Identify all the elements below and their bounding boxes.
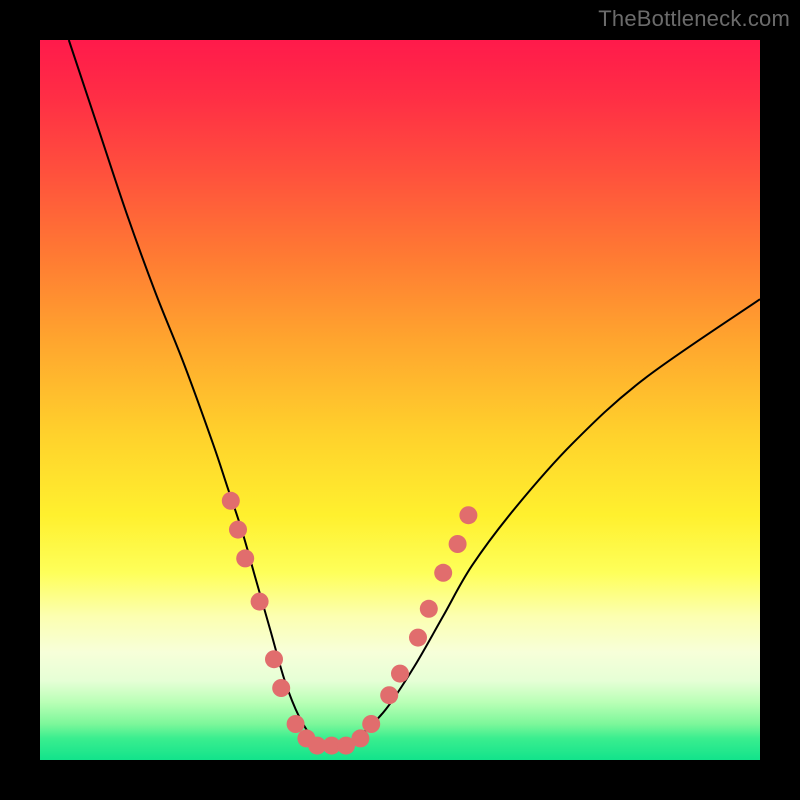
curve-marker bbox=[380, 686, 398, 704]
curve-marker bbox=[236, 549, 254, 567]
curve-marker bbox=[265, 650, 283, 668]
chart-svg bbox=[40, 40, 760, 760]
curve-marker bbox=[222, 492, 240, 510]
curve-marker bbox=[420, 600, 438, 618]
curve-marker bbox=[272, 679, 290, 697]
curve-marker bbox=[287, 715, 305, 733]
curve-marker bbox=[251, 593, 269, 611]
curve-marker bbox=[362, 715, 380, 733]
curve-marker bbox=[351, 729, 369, 747]
curve-marker bbox=[391, 665, 409, 683]
plot-area bbox=[40, 40, 760, 760]
curve-marker bbox=[409, 629, 427, 647]
chart-frame: TheBottleneck.com bbox=[0, 0, 800, 800]
curve-marker bbox=[434, 564, 452, 582]
curve-marker bbox=[459, 506, 477, 524]
curve-marker bbox=[449, 535, 467, 553]
watermark-text: TheBottleneck.com bbox=[598, 6, 790, 32]
curve-marker bbox=[229, 521, 247, 539]
